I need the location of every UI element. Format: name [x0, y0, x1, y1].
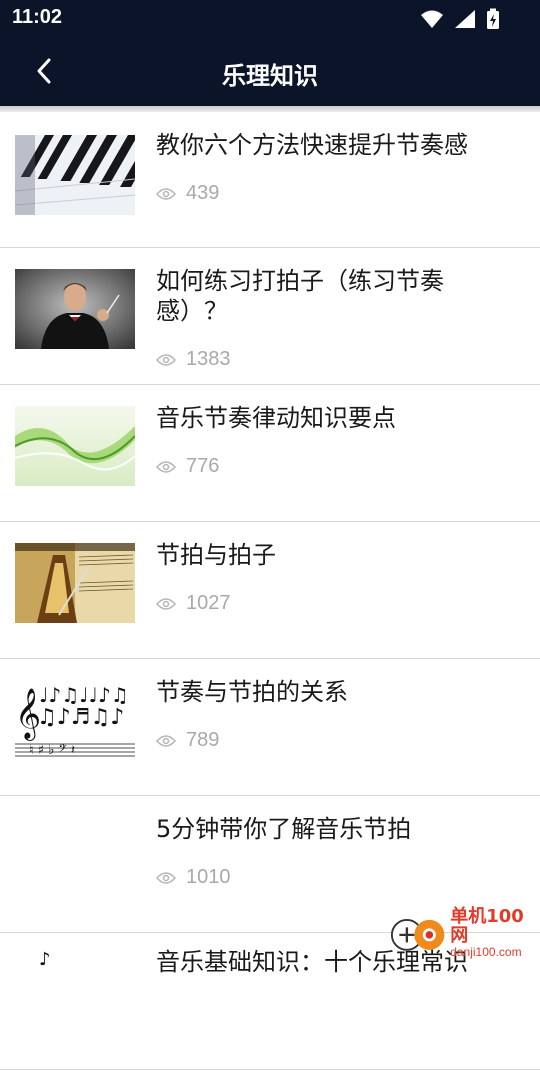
metronome-thumbnail [15, 543, 135, 623]
article-title: 节拍与拍子 [156, 540, 500, 570]
green-waves-thumbnail [15, 406, 135, 486]
watermark-brand: 单机100网 [450, 908, 536, 946]
status-bar: 11:02 [0, 0, 540, 36]
view-count: 776 [156, 455, 219, 478]
watermark-url: danji100.com [450, 946, 536, 959]
view-count-value: 1027 [186, 592, 231, 615]
article-title: 教你六个方法快速提升节奏感 [156, 130, 500, 160]
list-item[interactable]: 𝄞 ♩♪♫♩♩♪♫ ♫♪♬♫♪ ♮ ♯ ♭ 𝄢 𝄽 节奏与节拍的关系 789 [0, 659, 540, 796]
view-count: 1027 [156, 592, 231, 615]
watermark-text: 单机100网 danji100.com [450, 908, 536, 958]
status-time: 11:02 [12, 6, 62, 29]
app-bar: 乐理知识 [0, 36, 540, 106]
view-count: 789 [156, 729, 219, 752]
list-item[interactable]: 教你六个方法快速提升节奏感 439 [0, 112, 540, 248]
svg-text:♮ ♯ ♭ 𝄢 𝄽: ♮ ♯ ♭ 𝄢 𝄽 [29, 743, 75, 758]
article-title: 音乐节奏律动知识要点 [156, 403, 500, 433]
eye-icon [156, 597, 176, 611]
view-count-value: 1010 [186, 866, 231, 889]
music-notes-thumbnail: 𝄞 ♩♪♫♩♩♪♫ ♫♪♬♫♪ ♮ ♯ ♭ 𝄢 𝄽 [15, 680, 135, 760]
list-item[interactable]: 如何练习打拍子（练习节奏感）？ 1383 [0, 248, 540, 385]
list-item[interactable]: 音乐节奏律动知识要点 776 [0, 385, 540, 522]
watermark: 单机100网 danji100.com [390, 908, 536, 958]
svg-text:♫♪♬♫♪: ♫♪♬♫♪ [37, 705, 124, 730]
piano-keys-thumbnail [15, 135, 135, 215]
article-title: 5分钟带你了解音乐节拍 [156, 814, 500, 844]
view-count-value: 789 [186, 729, 219, 752]
view-count: 439 [156, 182, 219, 205]
battery-charging-icon [486, 8, 500, 30]
status-icons [420, 8, 500, 30]
music-notes-thumbnail: ♪ [15, 947, 135, 1027]
wifi-icon [420, 9, 444, 29]
article-title: 如何练习打拍子（练习节奏感）？ [156, 266, 500, 326]
empty-thumbnail [15, 817, 135, 897]
page-title: 乐理知识 [0, 56, 540, 91]
view-count-value: 439 [186, 182, 219, 205]
watermark-logo [390, 911, 446, 955]
view-count-value: 1383 [186, 348, 231, 371]
list-item[interactable]: 节拍与拍子 1027 [0, 522, 540, 659]
view-count-value: 776 [186, 455, 219, 478]
eye-icon [156, 734, 176, 748]
eye-icon [156, 460, 176, 474]
svg-text:♩♪♫♩♩♪♫: ♩♪♫♩♩♪♫ [39, 683, 129, 707]
view-count: 1383 [156, 348, 231, 371]
article-title: 节奏与节拍的关系 [156, 677, 500, 707]
eye-icon [156, 353, 176, 367]
eye-icon [156, 187, 176, 201]
view-count: 1010 [156, 866, 231, 889]
eye-icon [156, 871, 176, 885]
signal-icon [454, 9, 476, 29]
conductor-thumbnail [15, 269, 135, 349]
